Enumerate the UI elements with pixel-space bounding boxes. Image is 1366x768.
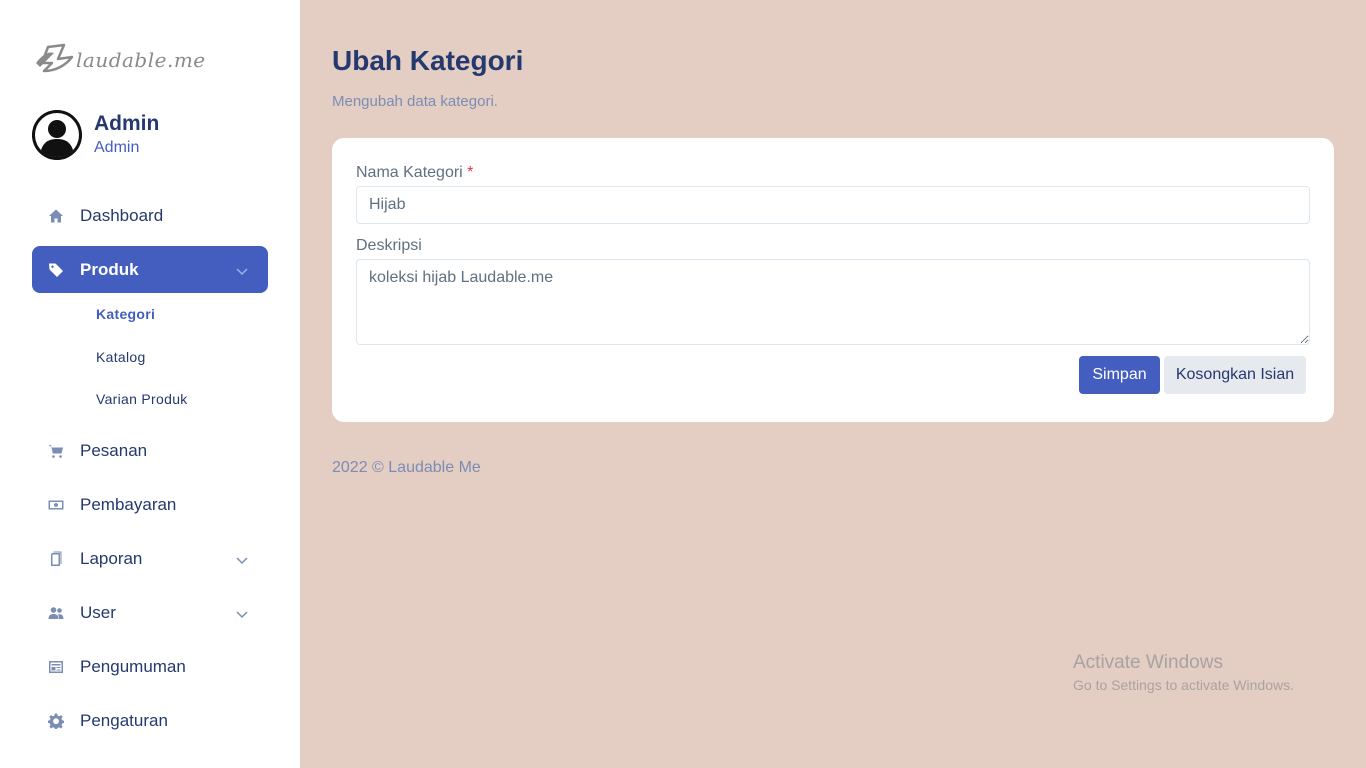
sidebar-item-user[interactable]: User xyxy=(32,590,268,637)
profile-role: Admin xyxy=(94,139,140,156)
sidebar-menu: Dashboard Produk Kategori Katalog Varian… xyxy=(32,192,268,745)
tag-icon xyxy=(48,262,64,278)
watermark-title: Activate Windows xyxy=(1073,652,1223,673)
deskripsi-label: Deskripsi xyxy=(356,237,422,254)
produk-submenu: Kategori Katalog Varian Produk xyxy=(32,293,268,421)
user-profile: Admin Admin xyxy=(32,110,159,160)
nama-kategori-input[interactable] xyxy=(356,186,1310,224)
sidebar-item-label: Pesanan xyxy=(80,441,148,460)
sidebar-item-label: Dashboard xyxy=(80,205,164,225)
chevron-down-icon xyxy=(236,605,248,619)
submenu-item-katalog[interactable]: Katalog xyxy=(96,336,268,379)
home-icon xyxy=(48,208,64,224)
sidebar-item-label: Laporan xyxy=(80,549,143,568)
sidebar-item-pembayaran[interactable]: Pembayaran xyxy=(32,482,268,529)
newspaper-icon xyxy=(48,659,64,675)
submenu-item-kategori[interactable]: Kategori xyxy=(96,293,268,336)
sidebar-item-dashboard[interactable]: Dashboard xyxy=(32,192,268,239)
profile-name: Admin xyxy=(94,112,160,135)
nama-kategori-label: Nama Kategori * xyxy=(356,164,473,182)
sidebar-item-produk[interactable]: Produk xyxy=(32,246,268,293)
cash-icon xyxy=(48,497,64,513)
users-icon xyxy=(48,605,64,621)
page-subtitle: Mengubah data kategori. xyxy=(332,93,498,110)
sidebar: laudable.me Admin Admin Dashboard Produk… xyxy=(0,0,300,768)
submenu-item-varian-produk[interactable]: Varian Produk xyxy=(96,378,268,421)
required-mark: * xyxy=(467,164,474,181)
logo-text: laudable.me xyxy=(76,48,206,72)
kosongkan-isian-button[interactable]: Kosongkan Isian xyxy=(1164,356,1306,394)
user-avatar-icon xyxy=(32,110,82,160)
logo-mark-icon xyxy=(36,43,74,73)
logo[interactable]: laudable.me xyxy=(32,40,206,76)
sidebar-item-pesanan[interactable]: Pesanan xyxy=(32,428,268,475)
sidebar-item-pengaturan[interactable]: Pengaturan xyxy=(32,698,268,745)
sidebar-item-label: Pembayaran xyxy=(80,495,177,514)
watermark-subtitle: Go to Settings to activate Windows. xyxy=(1073,677,1294,693)
sidebar-item-label: Pengaturan xyxy=(80,711,168,730)
chevron-down-icon xyxy=(236,551,248,565)
windows-activation-watermark: Activate Windows Go to Settings to activ… xyxy=(1073,651,1294,695)
nama-kategori-label-text: Nama Kategori xyxy=(356,164,463,181)
sidebar-item-label: User xyxy=(80,603,116,622)
chevron-down-icon xyxy=(236,262,248,275)
avatar xyxy=(32,110,82,160)
footer-copyright: 2022 © Laudable Me xyxy=(332,459,481,476)
sidebar-item-pengumuman[interactable]: Pengumuman xyxy=(32,644,268,691)
simpan-button[interactable]: Simpan xyxy=(1079,356,1160,394)
deskripsi-textarea[interactable]: koleksi hijab Laudable.me xyxy=(356,259,1310,345)
files-icon xyxy=(48,551,64,567)
sidebar-item-label: Pengumuman xyxy=(80,657,186,676)
gear-icon xyxy=(48,713,64,729)
edit-category-form-card: Nama Kategori * Deskripsi koleksi hijab … xyxy=(332,138,1334,422)
page-title: Ubah Kategori xyxy=(332,45,524,76)
cart-icon xyxy=(48,443,64,459)
sidebar-item-label: Produk xyxy=(80,259,139,279)
sidebar-item-laporan[interactable]: Laporan xyxy=(32,536,268,583)
